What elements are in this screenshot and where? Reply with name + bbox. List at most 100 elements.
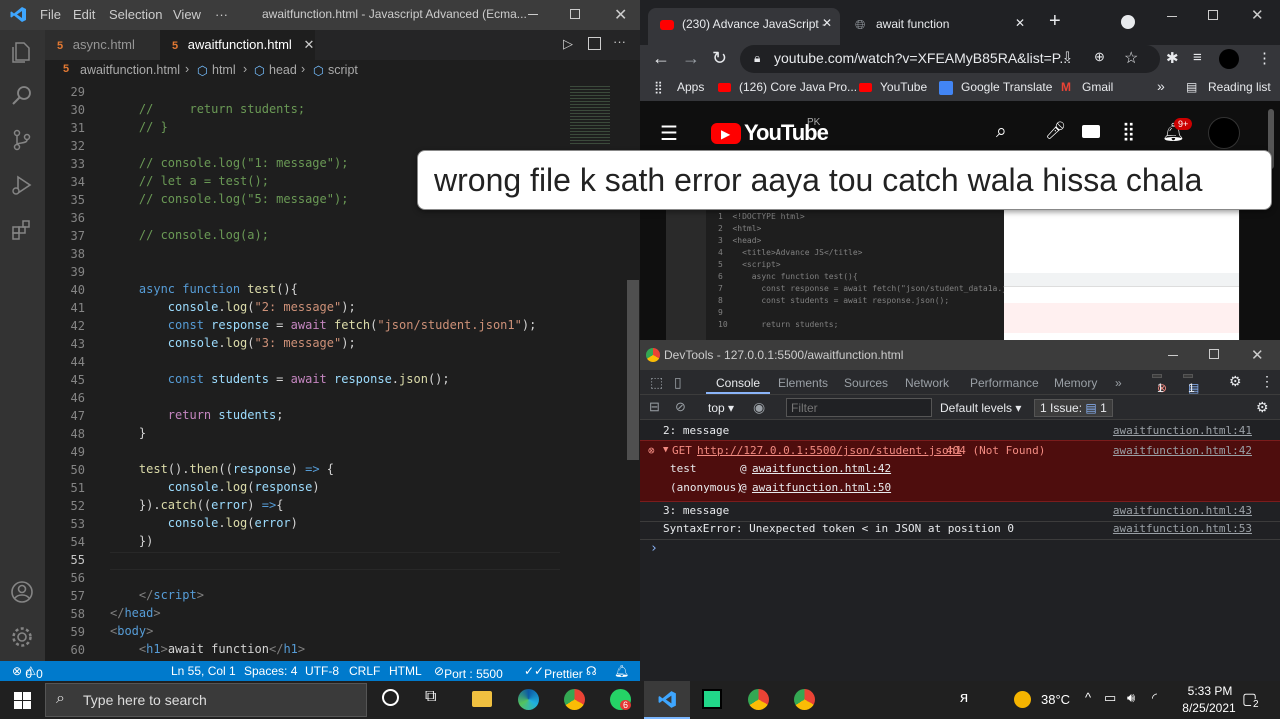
maximize-icon[interactable]	[1209, 349, 1219, 359]
more-tabs-icon[interactable]: »	[1115, 376, 1122, 390]
video-player[interactable]: 1 <!DOCTYPE html> 2 <html> 3 <head> 4 <t…	[666, 207, 1240, 340]
tab-async-html[interactable]: 5 async.html	[45, 30, 160, 60]
line-ending[interactable]: CRLF	[349, 664, 380, 678]
frame-link[interactable]: awaitfunction.html:42	[752, 462, 891, 475]
run-debug-icon[interactable]	[10, 173, 34, 197]
maximize-icon[interactable]	[570, 9, 580, 19]
breadcrumb-script[interactable]: script	[328, 63, 358, 77]
minimize-icon[interactable]	[1168, 355, 1178, 356]
console-filter-input[interactable]	[786, 398, 932, 417]
zoom-icon[interactable]: ⊕	[1094, 49, 1105, 65]
context-selector[interactable]: top ▾	[708, 401, 734, 415]
bookmark-gmail[interactable]: Gmail	[1082, 80, 1113, 94]
reading-list[interactable]: Reading list	[1208, 80, 1271, 94]
encoding[interactable]: UTF-8	[305, 664, 339, 678]
indentation[interactable]: Spaces: 4	[244, 664, 297, 678]
sidebar-toggle-icon[interactable]: ⊟	[649, 399, 660, 415]
tab-memory[interactable]: Memory	[1054, 376, 1097, 390]
media-icon[interactable]: ≡	[1193, 49, 1202, 66]
menu-edit[interactable]: Edit	[73, 7, 95, 22]
cortana-icon[interactable]	[382, 689, 399, 706]
menu-selection[interactable]: Selection	[109, 7, 162, 22]
taskbar-search-box[interactable]: ⌕ Type here to search	[45, 683, 367, 717]
menu-file[interactable]: File	[40, 7, 61, 22]
log-levels-dropdown[interactable]: Default levels ▾	[940, 401, 1021, 415]
vscode-taskbar-button[interactable]	[644, 681, 690, 719]
tab-performance[interactable]: Performance	[970, 376, 1039, 390]
apps-icon[interactable]: ⣿	[654, 80, 663, 94]
cursor-position[interactable]: Ln 55, Col 1	[171, 664, 236, 678]
url-text[interactable]: youtube.com/watch?v=XFEAMyB85RA&list=P..…	[774, 50, 1071, 66]
console-settings-icon[interactable]: ⚙	[1256, 399, 1269, 416]
request-url[interactable]: http://127.0.0.1:5500/json/student.json1	[697, 444, 962, 457]
weather-sun-icon[interactable]	[1014, 691, 1031, 708]
new-tab-icon[interactable]: +	[1049, 10, 1061, 33]
menu-kebab-icon[interactable]: ⋮	[1260, 373, 1274, 390]
battery-icon[interactable]: ▭	[1104, 690, 1116, 706]
live-server-port[interactable]: ⊘ Port : 5500	[434, 664, 503, 681]
profile-avatar[interactable]	[1219, 49, 1239, 69]
menu-more[interactable]: ···	[215, 7, 228, 22]
clock-date[interactable]: 8/25/2021	[1176, 701, 1242, 715]
tab-search-icon[interactable]	[1121, 15, 1135, 29]
tab-sources[interactable]: Sources	[844, 376, 888, 390]
explorer-icon[interactable]	[10, 40, 34, 64]
chevron-up-icon[interactable]: ^	[1085, 690, 1091, 705]
chrome-taskbar-icon[interactable]	[564, 689, 585, 710]
tab-network[interactable]: Network	[905, 376, 949, 390]
more-bookmarks-icon[interactable]: »	[1157, 78, 1165, 94]
clock-time[interactable]: 5:33 PM	[1180, 684, 1240, 698]
bookmark-youtube[interactable]: YouTube	[880, 80, 927, 94]
forward-icon[interactable]: →	[682, 48, 700, 69]
issue-count-badge[interactable]: ▤ 1	[1183, 374, 1199, 395]
windows-start-icon[interactable]	[14, 692, 31, 709]
star-icon[interactable]: ☆	[1124, 48, 1138, 68]
issues-button[interactable]: 1 Issue: ▤ 1	[1034, 399, 1113, 417]
tab-close-icon[interactable]: ✕	[1015, 16, 1025, 30]
settings-gear-icon[interactable]	[10, 625, 34, 649]
inspect-element-icon[interactable]: ⬚	[650, 374, 663, 391]
account-icon[interactable]	[10, 580, 34, 604]
reload-icon[interactable]: ↻	[712, 48, 727, 69]
source-link[interactable]: awaitfunction.html:41	[1113, 424, 1252, 437]
device-toolbar-icon[interactable]: ▯	[674, 374, 682, 391]
tab-console[interactable]: Console	[716, 376, 760, 390]
chrome-profile-icon[interactable]	[748, 689, 769, 710]
close-icon[interactable]: ✕	[1251, 346, 1264, 364]
maximize-icon[interactable]	[1208, 10, 1218, 20]
expand-triangle-icon[interactable]: ▼	[663, 445, 668, 455]
tab-close-icon[interactable]: ✕	[822, 16, 832, 30]
source-link[interactable]: awaitfunction.html:42	[1113, 444, 1252, 457]
bookmark-core-java[interactable]: (126) Core Java Pro...	[739, 80, 857, 94]
temperature[interactable]: 38°C	[1041, 692, 1070, 707]
settings-gear-icon[interactable]: ⚙	[1229, 373, 1242, 390]
extensions-icon[interactable]	[10, 218, 34, 242]
extensions-icon[interactable]: ✱	[1166, 49, 1179, 67]
split-editor-icon[interactable]	[588, 37, 601, 50]
minimize-icon[interactable]	[1167, 16, 1177, 17]
menu-kebab-icon[interactable]: ⋮	[1257, 49, 1272, 67]
microphone-icon[interactable]: 🎤︎	[1045, 121, 1067, 141]
tab-elements[interactable]: Elements	[778, 376, 828, 390]
chrome-tab-youtube[interactable]: (230) Advance JavaScript - ✕	[648, 8, 840, 45]
breadcrumb-head[interactable]: head	[269, 63, 297, 77]
minimize-icon[interactable]	[528, 14, 538, 15]
back-icon[interactable]: ←	[652, 48, 670, 69]
language-mode[interactable]: HTML	[389, 664, 422, 678]
feedback-icon[interactable]: ☊	[586, 664, 597, 678]
error-count-badge[interactable]: ⊗ 1	[1152, 374, 1167, 395]
bookmark-apps[interactable]: Apps	[677, 80, 704, 94]
account-avatar[interactable]	[1208, 117, 1240, 149]
prettier-status[interactable]: ✓✓ Prettier	[524, 664, 583, 681]
chrome-profile2-icon[interactable]	[794, 689, 815, 710]
editor-scrollbar[interactable]	[627, 280, 639, 460]
install-icon[interactable]: ⇩	[1062, 49, 1073, 65]
source-link[interactable]: awaitfunction.html:53	[1113, 522, 1252, 535]
address-bar[interactable]: 🔒︎ youtube.com/watch?v=XFEAMyB85RA&list=…	[740, 45, 1160, 73]
hamburger-icon[interactable]: ☰	[660, 121, 678, 146]
lock-icon[interactable]: 🔒︎	[754, 51, 760, 66]
edge-icon[interactable]	[518, 689, 539, 710]
close-icon[interactable]: ✕	[1251, 6, 1264, 24]
bell-icon[interactable]: 🔔︎	[614, 664, 629, 678]
search-icon[interactable]	[10, 84, 34, 108]
